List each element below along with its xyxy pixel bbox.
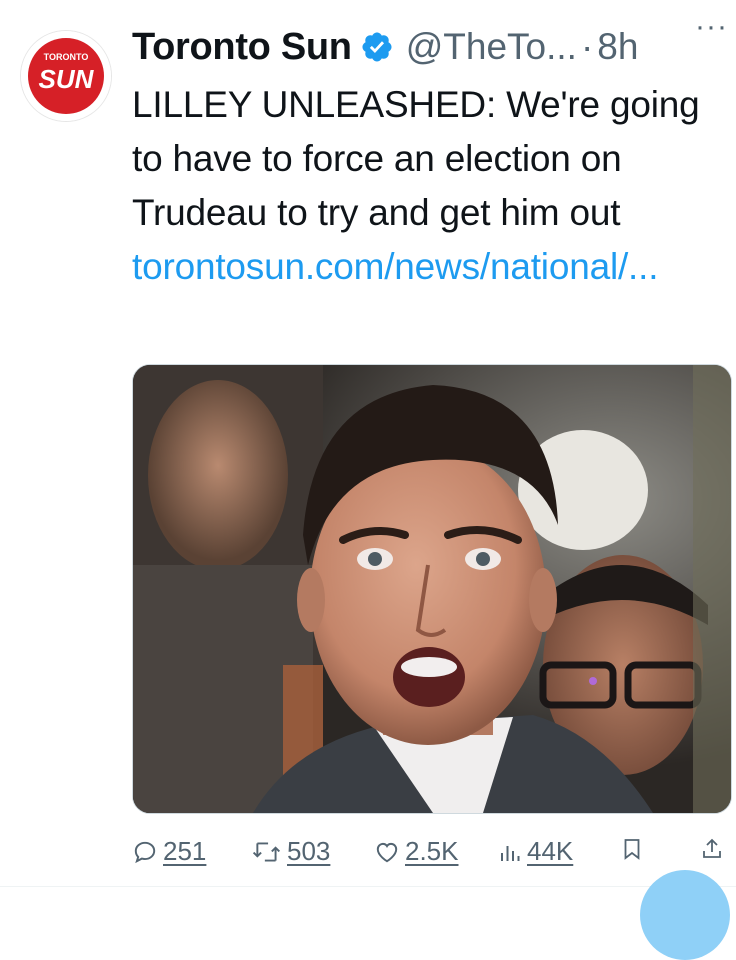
views-chart-icon bbox=[501, 845, 520, 861]
compose-fab-button[interactable] bbox=[640, 870, 730, 960]
svg-text:SUN: SUN bbox=[39, 64, 95, 94]
share-button[interactable] bbox=[700, 836, 724, 862]
photo-image bbox=[133, 365, 731, 813]
tweet[interactable]: TORONTO SUN Toronto Sun @TheTo... · 8h ·… bbox=[0, 0, 736, 960]
reply-count: 251 bbox=[163, 836, 207, 866]
tweet-text: LILLEY UNLEASHED: We're going to have to… bbox=[132, 78, 722, 294]
timestamp[interactable]: 8h bbox=[597, 26, 638, 68]
tweet-link[interactable]: torontosun.com/news/national/... bbox=[132, 246, 658, 287]
handle[interactable]: @TheTo... bbox=[406, 26, 577, 68]
heart-icon bbox=[376, 842, 398, 862]
retweet-count: 503 bbox=[287, 836, 331, 866]
like-count: 2.5K bbox=[405, 836, 459, 866]
views-count: 44K bbox=[527, 836, 574, 866]
bookmark-icon bbox=[624, 839, 640, 860]
views-button[interactable]: 44K bbox=[498, 836, 573, 867]
svg-text:TORONTO: TORONTO bbox=[44, 52, 89, 62]
retweet-button[interactable]: 503 bbox=[252, 836, 330, 867]
tweet-photo[interactable] bbox=[132, 364, 732, 814]
bookmark-button[interactable] bbox=[620, 836, 644, 862]
more-options-icon[interactable]: ··· bbox=[695, 10, 728, 44]
divider bbox=[0, 886, 736, 887]
display-name[interactable]: Toronto Sun bbox=[132, 26, 352, 69]
separator-dot: · bbox=[580, 26, 594, 67]
retweet-icon bbox=[252, 841, 281, 862]
tweet-text-content: LILLEY UNLEASHED: We're going to have to… bbox=[132, 84, 700, 233]
avatar[interactable]: TORONTO SUN bbox=[20, 30, 112, 122]
tweet-header: Toronto Sun @TheTo... · 8h bbox=[132, 22, 720, 72]
toronto-sun-logo: TORONTO SUN bbox=[21, 31, 111, 121]
verified-badge-icon bbox=[360, 30, 394, 64]
reply-icon bbox=[134, 841, 156, 863]
share-icon bbox=[703, 838, 721, 858]
reply-button[interactable]: 251 bbox=[132, 836, 206, 867]
tweet-actions: 251 503 2.5K 44K bbox=[132, 836, 732, 876]
like-button[interactable]: 2.5K bbox=[374, 836, 459, 867]
